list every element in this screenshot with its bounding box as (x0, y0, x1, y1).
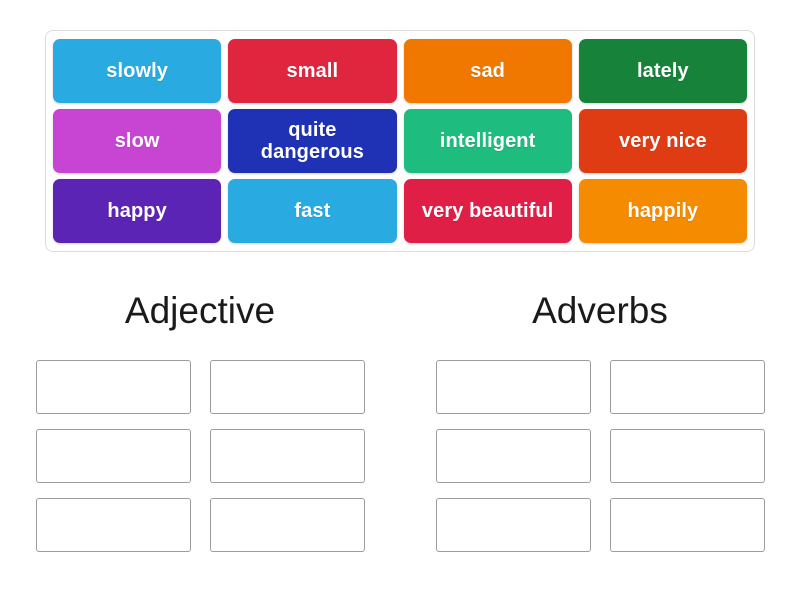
word-tile[interactable]: small (228, 39, 397, 103)
drop-zone[interactable] (435, 498, 591, 552)
drop-zone[interactable] (35, 429, 191, 483)
drop-zone[interactable] (609, 498, 765, 552)
category-title: Adjective (124, 290, 276, 331)
word-tile[interactable]: happy (53, 179, 222, 243)
word-tile[interactable]: sad (403, 39, 572, 103)
drop-zone-area (0, 360, 800, 552)
drop-zone-group-adjective (0, 360, 400, 552)
drop-zone[interactable] (435, 360, 591, 414)
activity-stage: slowly small sad lately slow quite dangerous i… (0, 0, 800, 600)
drop-zone[interactable] (35, 498, 191, 552)
word-tile[interactable]: very nice (578, 109, 747, 173)
drop-zone[interactable] (209, 429, 365, 483)
category-title: Adverbs (532, 290, 668, 331)
word-bank-grid: slowly small sad lately slow quite dangerous i… (53, 39, 747, 243)
word-tile[interactable]: slow (53, 109, 222, 173)
word-tile[interactable]: lately (578, 39, 747, 103)
drop-zone[interactable] (609, 360, 765, 414)
category-headings: Adjective Adverbs (0, 292, 800, 329)
drop-zone[interactable] (209, 498, 365, 552)
word-tile[interactable]: slowly (53, 39, 222, 103)
word-bank-panel: slowly small sad lately slow quite dangerous i… (45, 30, 755, 252)
category-heading-adverbs: Adverbs (400, 292, 800, 329)
drop-zone-group-adverbs (400, 360, 800, 552)
word-tile[interactable]: very beautiful (403, 179, 572, 243)
word-tile[interactable]: quite dangerous (228, 109, 397, 173)
drop-zone[interactable] (35, 360, 191, 414)
drop-zone[interactable] (209, 360, 365, 414)
word-tile[interactable]: fast (228, 179, 397, 243)
drop-zone[interactable] (609, 429, 765, 483)
word-tile[interactable]: happily (578, 179, 747, 243)
word-tile[interactable]: intelligent (403, 109, 572, 173)
drop-zone[interactable] (435, 429, 591, 483)
category-heading-adjective: Adjective (0, 292, 400, 329)
